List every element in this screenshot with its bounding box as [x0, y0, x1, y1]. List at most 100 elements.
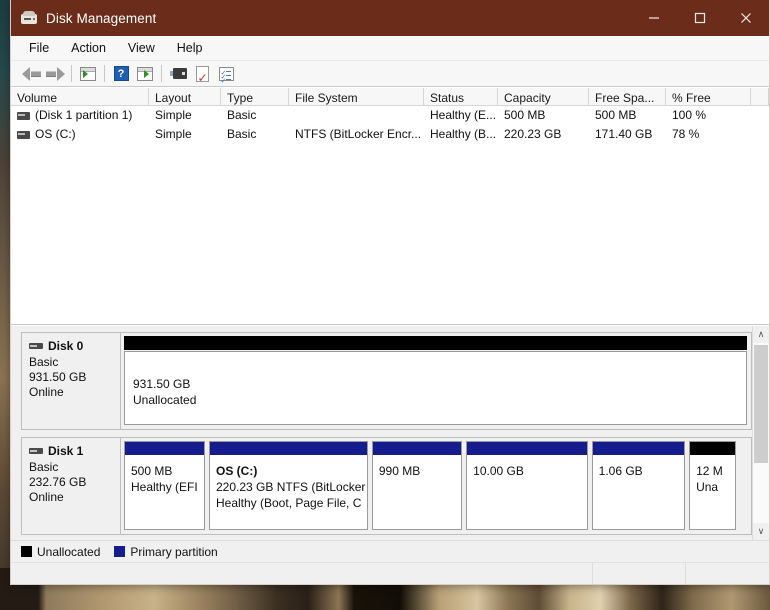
column-header-filler[interactable] [751, 88, 769, 105]
column-header-capacity[interactable]: Capacity [498, 88, 589, 105]
partition-status: Healthy (EFI [131, 480, 198, 494]
partition-size: 10.00 GB [473, 464, 524, 478]
back-arrow-icon[interactable] [19, 63, 43, 85]
toolbar-separator [71, 65, 72, 82]
partition-capacity-bar [592, 442, 685, 456]
cell-volume: OS (C:) [11, 125, 149, 144]
checked-document-icon[interactable]: ✓ [190, 63, 214, 85]
disk-type: Basic [29, 460, 59, 474]
forward-arrow-icon[interactable] [43, 63, 67, 85]
show-hide-console-tree-icon[interactable] [76, 63, 100, 85]
disk-partitions-disk-1: 500 MB Healthy (EFI OS (C:) 220.23 GB NT… [121, 437, 752, 535]
column-header-percent-free[interactable]: % Free [666, 88, 751, 105]
menu-bar: File Action View Help [11, 36, 769, 61]
title-bar: Disk Management [11, 0, 769, 36]
scrollbar-track[interactable] [753, 343, 769, 523]
partition-size: 1.06 GB [598, 464, 643, 478]
drive-icon[interactable] [166, 63, 190, 85]
cell-layout: Simple [155, 127, 192, 141]
partition-10gb[interactable]: 10.00 GB [466, 441, 588, 530]
column-header-layout[interactable]: Layout [149, 88, 221, 105]
task-list-icon[interactable]: ✓ ✓ ✓ [214, 63, 238, 85]
volume-list-pane: Volume Layout Type File System Status Ca… [11, 87, 769, 325]
table-row[interactable]: OS (C:) Simple Basic NTFS (BitLocker Enc… [11, 125, 769, 144]
partition-details: OS (C:) 220.23 GB NTFS (BitLocker Health… [209, 456, 367, 529]
status-bar-segment [685, 563, 769, 584]
disk-partitions-disk-0: 931.50 GB Unallocated [121, 332, 752, 430]
vertical-scrollbar[interactable]: ∧ ∨ [752, 326, 769, 540]
disk-info-disk-0[interactable]: Disk 0 Basic 931.50 GB Online [21, 332, 121, 430]
cell-status: Healthy (B... [430, 127, 497, 141]
partition-os-c[interactable]: OS (C:) 220.23 GB NTFS (BitLocker Health… [208, 441, 368, 530]
partition-size: 12 M [696, 464, 723, 478]
disk-size: 931.50 GB [29, 370, 87, 384]
partition-size: 500 MB [131, 464, 173, 478]
cell-type: Basic [227, 127, 257, 141]
disk-icon [29, 343, 43, 349]
column-header-type[interactable]: Type [221, 88, 289, 105]
partition-capacity-bar [467, 442, 587, 456]
menu-item-file[interactable]: File [19, 39, 59, 57]
menu-item-help[interactable]: Help [167, 39, 213, 57]
disk-block-disk-1: Disk 1 Basic 232.76 GB Online 500 MB Hea… [21, 437, 752, 535]
partition-status: Una [696, 480, 719, 494]
partition-capacity-bar [372, 442, 462, 456]
disk-status: Online [29, 385, 64, 399]
cell-percent-free: 78 % [672, 127, 700, 141]
partition-990mb[interactable]: 990 MB [371, 441, 463, 530]
disk-name: Disk 1 [48, 444, 84, 458]
column-header-status[interactable]: Status [424, 88, 498, 105]
status-bar-segment [592, 563, 685, 584]
close-button[interactable] [723, 0, 769, 36]
partition-details: 500 MB Healthy (EFI [125, 456, 204, 529]
partition-unallocated[interactable]: 12 M Una [689, 441, 736, 530]
disk-management-window: Disk Management File Action View Help ? [10, 0, 770, 585]
properties-window-icon[interactable] [133, 63, 157, 85]
cell-percent-free: 100 % [672, 108, 707, 122]
volume-drive-icon [17, 130, 30, 139]
status-bar [11, 562, 769, 584]
menu-item-view[interactable]: View [118, 39, 165, 57]
disk-info-disk-1[interactable]: Disk 1 Basic 232.76 GB Online [21, 437, 121, 535]
partition-disk0-unallocated[interactable]: 931.50 GB Unallocated [124, 351, 747, 425]
partition-details: 10.00 GB [467, 456, 587, 529]
graphical-view-scroll-area: Disk 0 Basic 931.50 GB Online 931.50 GB … [11, 326, 752, 540]
cell-volume: (Disk 1 partition 1) [11, 106, 149, 125]
menu-item-action[interactable]: Action [61, 39, 116, 57]
cell-capacity: 220.23 GB [504, 127, 562, 141]
scrollbar-thumb[interactable] [754, 345, 768, 463]
toolbar-separator [104, 65, 105, 82]
column-header-free-space[interactable]: Free Spa... [589, 88, 666, 105]
scroll-down-icon[interactable]: ∨ [753, 523, 769, 540]
legend-item-primary-partition: Primary partition [114, 545, 218, 559]
partition-capacity-bar [690, 442, 735, 456]
disk-icon [29, 448, 43, 454]
partition-efi[interactable]: 500 MB Healthy (EFI [124, 441, 205, 530]
legend-swatch-unallocated [21, 546, 32, 557]
partition-details: 1.06 GB [592, 456, 685, 529]
table-row[interactable]: (Disk 1 partition 1) Simple Basic Health… [11, 106, 769, 125]
scroll-up-icon[interactable]: ∧ [753, 326, 769, 343]
partition-details: 12 M Una [690, 456, 735, 529]
column-header-file-system[interactable]: File System [289, 88, 424, 105]
minimize-button[interactable] [631, 0, 677, 36]
cell-layout: Simple [155, 108, 192, 122]
cell-free-space: 500 MB [595, 108, 637, 122]
legend-item-unallocated: Unallocated [21, 545, 100, 559]
volume-drive-icon [17, 111, 30, 120]
partition-size: 220.23 GB NTFS (BitLocker [215, 480, 366, 494]
partition-size: 990 MB [378, 464, 421, 478]
maximize-button[interactable] [677, 0, 723, 36]
cell-free-space: 171.40 GB [595, 127, 653, 141]
partition-details: 990 MB [372, 456, 462, 529]
disk-block-disk-0: Disk 0 Basic 931.50 GB Online 931.50 GB … [21, 332, 752, 430]
partition-1-06gb[interactable]: 1.06 GB [591, 441, 686, 530]
graphical-view-pane: Disk 0 Basic 931.50 GB Online 931.50 GB … [11, 325, 769, 540]
cell-type: Basic [227, 108, 257, 122]
partition-capacity-bar-unallocated [124, 336, 747, 350]
disk-status: Online [29, 490, 64, 504]
help-icon[interactable]: ? [109, 63, 133, 85]
window-title: Disk Management [46, 10, 157, 26]
column-header-volume[interactable]: Volume [11, 88, 149, 105]
cell-status: Healthy (E... [430, 108, 497, 122]
